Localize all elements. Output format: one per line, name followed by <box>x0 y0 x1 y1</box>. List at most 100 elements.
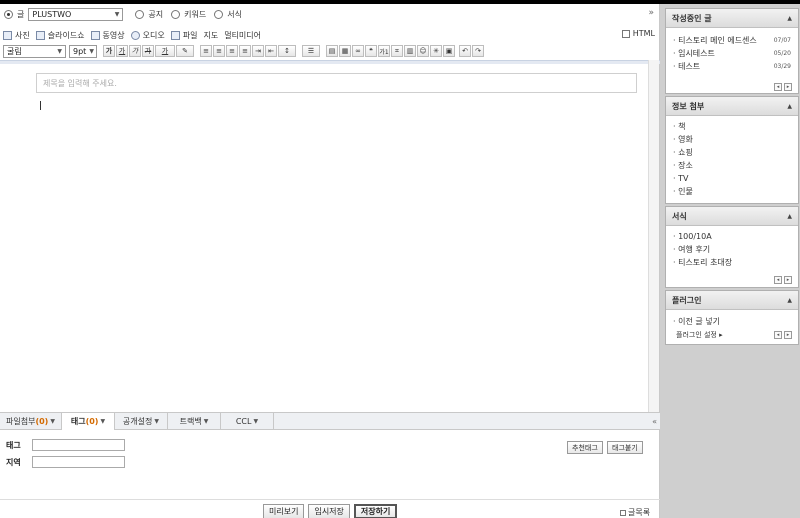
post-radio-label: 글 <box>17 10 25 19</box>
plugin-item[interactable]: · 이전 글 넣기 <box>666 315 798 328</box>
highlight-icon[interactable]: ✎ <box>176 45 194 57</box>
category-select[interactable]: PLUSTWO ▼ <box>28 8 124 21</box>
prev-page-icon[interactable]: ◂ <box>774 83 782 91</box>
photo-icon <box>3 30 12 40</box>
template-item[interactable]: · 100/10A <box>666 230 798 243</box>
drafts-panel-header[interactable]: 작성중인 글 ▲ <box>666 9 798 28</box>
multimedia-button[interactable]: 멀티미디어 <box>224 30 265 41</box>
draft-item[interactable]: · 티스토리 메인 에드센스 07/07 <box>666 34 798 47</box>
expand-icon[interactable]: « <box>652 417 657 426</box>
video-button[interactable]: 동영상 <box>90 30 129 41</box>
editor-scrollbar[interactable] <box>648 60 659 412</box>
tab-ccl[interactable]: CCL ▼ <box>221 413 274 430</box>
info-item-shopping[interactable]: · 쇼핑 <box>666 146 798 159</box>
drafts-panel: 작성중인 글 ▲ · 티스토리 메인 에드센스 07/07 · 임시테스트 05/2… <box>665 8 799 94</box>
italic-button[interactable]: 가 <box>129 45 141 57</box>
indent-icon[interactable]: ⇥ <box>252 45 264 57</box>
plugin-panel-header[interactable]: 플러그인 ▲ <box>666 291 798 310</box>
tag-input[interactable] <box>32 439 125 451</box>
underline-button[interactable]: 가 <box>116 45 128 57</box>
font-select[interactable]: 굴림 ▼ <box>3 44 66 58</box>
notice-radio[interactable] <box>135 10 145 19</box>
redo-icon[interactable]: ↷ <box>472 45 484 57</box>
keyword-radio[interactable] <box>171 10 181 19</box>
tab-ccl-label: CCL <box>235 417 252 426</box>
image-icon[interactable]: ▤ <box>326 45 338 57</box>
draft-title: · 티스토리 메인 에드센스 <box>673 36 757 45</box>
font-value: 굴림 <box>7 46 22 56</box>
post-radio[interactable] <box>4 10 13 19</box>
next-page-icon[interactable]: ▸ <box>784 83 792 91</box>
toolbar-divider <box>0 60 660 64</box>
collapse-icon[interactable]: ▲ <box>787 103 792 110</box>
info-item-person[interactable]: · 인물 <box>666 185 798 198</box>
info-item-movie[interactable]: · 영화 <box>666 133 798 146</box>
info-item-book[interactable]: · 책 <box>666 120 798 133</box>
quote-button[interactable]: ❝ <box>365 45 377 57</box>
draft-item[interactable]: · 임시테스트 05/20 <box>666 47 798 60</box>
bold-button[interactable]: 가 <box>103 45 115 57</box>
superscript-button[interactable]: 가1 <box>378 45 390 57</box>
file-button[interactable]: 파일 <box>170 30 202 41</box>
file-icon <box>170 30 180 40</box>
collapse-icon[interactable]: ▲ <box>787 297 792 304</box>
prev-page-icon[interactable]: ◂ <box>774 331 782 339</box>
tab-attachments[interactable]: 파일첨부 (0) ▼ <box>0 413 62 430</box>
line-height-icon[interactable]: ↕ <box>278 45 296 57</box>
template-panel-header[interactable]: 서식 ▲ <box>666 207 798 226</box>
tab-visibility-label: 공개설정 <box>122 417 153 426</box>
location-input[interactable] <box>32 456 125 468</box>
template-item[interactable]: · 티스토리 초대장 <box>666 256 798 269</box>
draft-item[interactable]: · 테스트 03/29 <box>666 60 798 73</box>
table-icon[interactable]: ▦ <box>339 45 351 57</box>
slideshow-button[interactable]: 슬라이드쇼 <box>35 30 89 41</box>
html-toggle[interactable]: HTML <box>621 29 655 38</box>
map-button[interactable]: 지도 <box>203 30 222 41</box>
info-attach-header[interactable]: 정보 첨부 ▲ <box>666 97 798 116</box>
align-justify-icon[interactable]: ≡ <box>239 45 251 57</box>
link-icon[interactable]: ∞ <box>352 45 364 57</box>
collapse-icon[interactable]: ▲ <box>787 213 792 220</box>
audio-button[interactable]: 오디오 <box>130 30 169 41</box>
font-color-button[interactable]: 가 <box>155 45 175 57</box>
draft-button[interactable]: 임시저장 <box>308 504 350 518</box>
recommend-tags-button[interactable]: 추천태그 <box>567 441 603 454</box>
template-radio[interactable] <box>214 10 224 19</box>
align-center-icon[interactable]: ≡ <box>213 45 225 57</box>
info-item-tv[interactable]: · TV <box>666 172 798 185</box>
photo-button[interactable]: 사진 <box>3 30 34 41</box>
emoticon-icon[interactable]: ☺ <box>417 45 429 57</box>
preview-button[interactable]: 미리보기 <box>263 504 305 518</box>
tab-tags[interactable]: 태그 (0) ▼ <box>61 413 115 430</box>
html-checkbox[interactable] <box>621 29 630 38</box>
table-edit-icon[interactable]: ▥ <box>404 45 416 57</box>
post-list-link[interactable]: 글목록 <box>620 507 650 518</box>
strike-button[interactable]: 가 <box>142 45 154 57</box>
undo-icon[interactable]: ↶ <box>459 45 471 57</box>
title-input[interactable]: 제목을 입력해 주세요. <box>36 73 637 93</box>
format-toolbar: 굴림 ▼ 9pt ▼ 가 가 가 가 가 ✎ ≡ ≡ ≡ ≡ ⇥ ⇤ ↕ ☰ ▤… <box>0 43 660 59</box>
tab-visibility[interactable]: 공개설정 ▼ <box>115 413 168 430</box>
tag-cloud-button[interactable]: 태그붙기 <box>607 441 643 454</box>
collapse-icon[interactable]: » <box>648 8 654 18</box>
collapse-icon[interactable]: ▲ <box>787 15 792 22</box>
notice-radio-label: 공지 <box>148 10 164 19</box>
list-icon[interactable]: ☰ <box>302 45 320 57</box>
tag-count: (0) <box>85 417 99 426</box>
next-page-icon[interactable]: ▸ <box>784 331 792 339</box>
info-item-place[interactable]: · 장소 <box>666 159 798 172</box>
tab-trackback[interactable]: 트랙백 ▼ <box>168 413 221 430</box>
post-list-label: 글목록 <box>628 508 651 517</box>
special-char-icon[interactable]: ✳ <box>430 45 442 57</box>
spell-check-icon[interactable]: ⌗ <box>391 45 403 57</box>
template-item[interactable]: · 여행 후기 <box>666 243 798 256</box>
outdent-icon[interactable]: ⇤ <box>265 45 277 57</box>
info-attach-panel: 정보 첨부 ▲ · 책 · 영화 · 쇼핑 · 장소 · TV · 인물 <box>665 96 799 204</box>
save-icon[interactable]: ▣ <box>443 45 455 57</box>
align-right-icon[interactable]: ≡ <box>226 45 238 57</box>
size-select[interactable]: 9pt ▼ <box>69 44 97 58</box>
save-button[interactable]: 저장하기 <box>353 504 398 518</box>
next-page-icon[interactable]: ▸ <box>784 276 792 284</box>
align-left-icon[interactable]: ≡ <box>200 45 212 57</box>
prev-page-icon[interactable]: ◂ <box>774 276 782 284</box>
